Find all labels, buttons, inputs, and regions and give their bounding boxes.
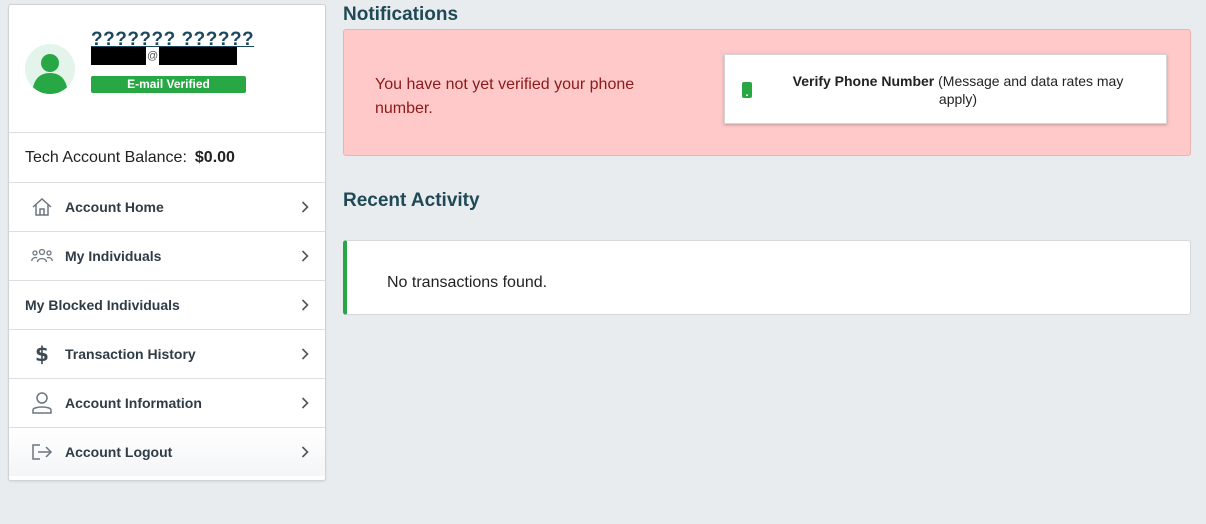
sidebar-item-label: Account Logout (65, 444, 173, 460)
sidebar-item-my-individuals[interactable]: My Individuals (9, 232, 325, 281)
home-icon (27, 196, 57, 218)
sidebar-item-label: Account Home (65, 199, 164, 215)
sidebar-item-transaction-history[interactable]: $ Transaction History (9, 330, 325, 379)
redacted-email-user (91, 47, 146, 65)
verify-phone-label: Verify Phone Number (Message and data ra… (775, 72, 1141, 108)
chevron-right-icon (301, 201, 309, 213)
sidebar-item-label: Transaction History (65, 346, 196, 362)
logout-icon (27, 441, 57, 463)
email-at-sign: @ (147, 50, 159, 62)
sidebar-item-label: My Blocked Individuals (25, 297, 180, 313)
recent-activity-title: Recent Activity (343, 190, 480, 211)
email-verified-badge: E-mail Verified (91, 76, 246, 93)
verify-phone-button[interactable]: Verify Phone Number (Message and data ra… (724, 54, 1167, 124)
recent-activity-panel: No transactions found. (343, 240, 1191, 315)
redacted-email-domain (159, 47, 238, 65)
sidebar-item-account-home[interactable]: Account Home (9, 183, 325, 232)
profile-card: ??????? ?????? @ E-mail Verified (9, 5, 325, 133)
chevron-right-icon (301, 446, 309, 458)
chevron-right-icon (301, 397, 309, 409)
sidebar-item-label: Account Information (65, 395, 202, 411)
alert-message: You have not yet verified your phone num… (375, 76, 635, 117)
balance-label: Tech Account Balance: (25, 148, 187, 166)
verify-phone-label-main: Verify Phone Number (792, 73, 935, 89)
people-icon (27, 245, 57, 267)
balance-amount: $0.00 (194, 148, 235, 166)
phone-icon (742, 82, 752, 98)
account-sidebar: ??????? ?????? @ E-mail Verified Tech Ac… (8, 4, 326, 481)
chevron-right-icon (301, 250, 309, 262)
chevron-right-icon (301, 299, 309, 311)
no-transactions-message: No transactions found. (387, 274, 548, 291)
sidebar-item-label: My Individuals (65, 248, 162, 264)
avatar-icon (25, 44, 75, 94)
sidebar-item-account-logout[interactable]: Account Logout (9, 428, 325, 476)
phone-verification-alert: You have not yet verified your phone num… (343, 29, 1191, 156)
chevron-right-icon (301, 348, 309, 360)
sidebar-item-my-blocked-individuals[interactable]: My Blocked Individuals (9, 281, 325, 330)
user-email: @ (91, 47, 238, 65)
sidebar-item-account-information[interactable]: Account Information (9, 379, 325, 428)
dollar-icon: $ (35, 342, 49, 366)
account-balance: Tech Account Balance: $0.00 (9, 133, 325, 183)
verify-phone-label-note: (Message and data rates may apply) (934, 73, 1124, 107)
notifications-title: Notifications (343, 4, 459, 25)
user-icon (27, 392, 57, 414)
